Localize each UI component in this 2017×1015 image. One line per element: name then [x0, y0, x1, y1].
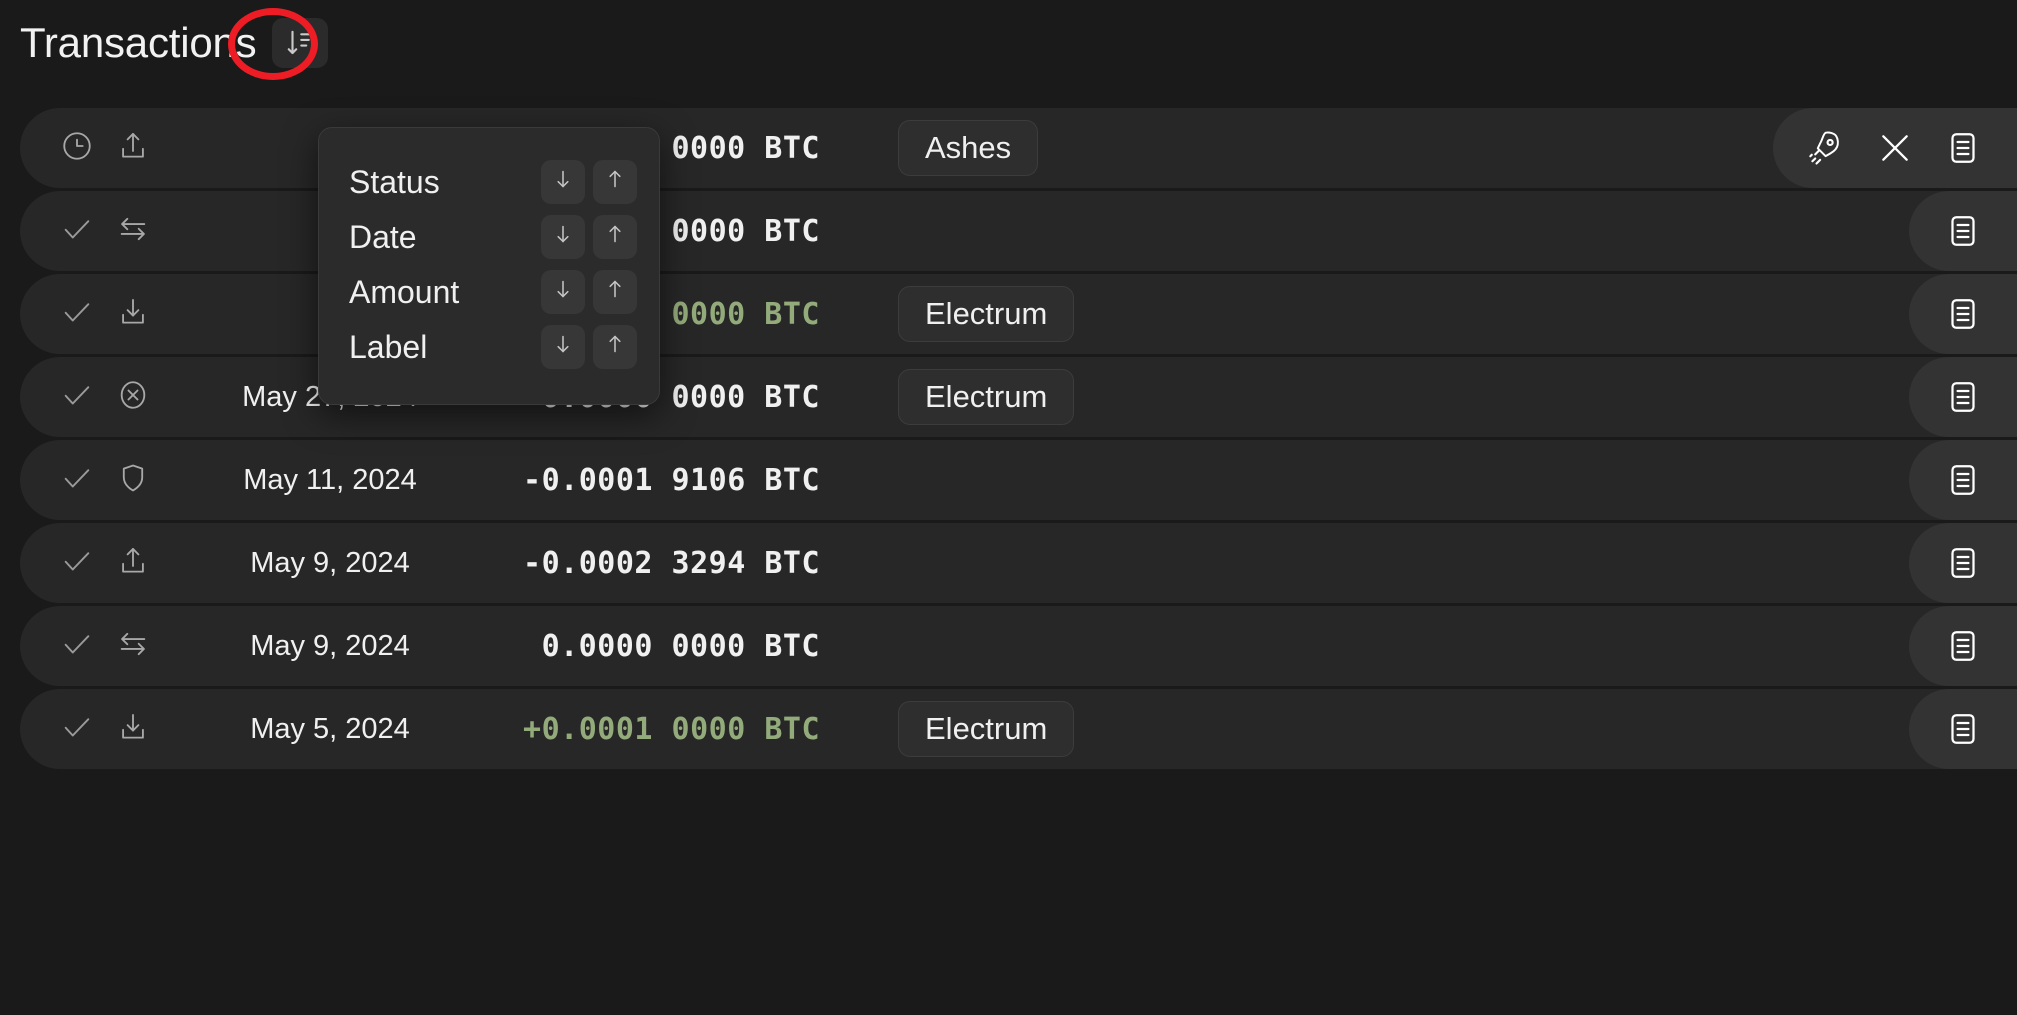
sort-menu-item-amount[interactable]: Amount [319, 264, 659, 319]
row-actions [1909, 440, 2017, 520]
row-status-icons [60, 378, 170, 417]
rocket-bump-fee-icon[interactable] [1807, 129, 1845, 167]
sort-amount-descending-button[interactable] [541, 270, 585, 314]
arrow-up-icon [603, 167, 627, 196]
arrow-down-icon [551, 332, 575, 361]
check-icon [60, 212, 94, 251]
row-date: May 9, 2024 [180, 547, 480, 580]
row-status-icons [60, 129, 170, 168]
row-actions [1909, 606, 2017, 686]
sort-descending-icon [285, 28, 315, 58]
check-icon [60, 544, 94, 583]
sort-menu-item-label[interactable]: Label [319, 319, 659, 374]
sort-label-ascending-button[interactable] [593, 325, 637, 369]
clock-icon [60, 129, 94, 168]
shield-icon [116, 461, 150, 500]
row-label[interactable]: Electrum [898, 286, 1074, 343]
sort-menu-item-date[interactable]: Date [319, 209, 659, 264]
upload-icon [116, 544, 150, 583]
sort-status-ascending-button[interactable] [593, 160, 637, 204]
sort-arrow-group [541, 270, 637, 314]
details-icon[interactable] [1945, 711, 1981, 747]
download-icon [116, 710, 150, 749]
sort-date-ascending-button[interactable] [593, 215, 637, 259]
sort-dropdown-menu: Status [318, 127, 660, 405]
details-icon[interactable] [1945, 296, 1981, 332]
arrow-down-icon [551, 277, 575, 306]
sort-label-descending-button[interactable] [541, 325, 585, 369]
transaction-list: T .0010 0000 BTC Ashes [0, 108, 2017, 772]
arrow-up-icon [603, 277, 627, 306]
arrow-up-icon [603, 332, 627, 361]
details-icon[interactable] [1945, 628, 1981, 664]
row-status-icons [60, 627, 170, 666]
sort-option-label: Date [349, 221, 541, 253]
row-date: May 11, 2024 [180, 464, 480, 497]
swap-icon [116, 212, 150, 251]
row-date: May 9, 2024 [180, 630, 480, 663]
sort-option-label: Label [349, 331, 541, 363]
check-icon [60, 378, 94, 417]
row-status-icons [60, 710, 170, 749]
check-icon [60, 295, 94, 334]
row-label[interactable]: Electrum [898, 369, 1074, 426]
details-icon[interactable] [1945, 130, 1981, 166]
check-icon [60, 710, 94, 749]
row-label[interactable]: Ashes [898, 120, 1038, 177]
row-actions [1773, 108, 2017, 188]
arrow-up-icon [603, 222, 627, 251]
details-icon[interactable] [1945, 379, 1981, 415]
row-status-icons [60, 295, 170, 334]
sort-date-descending-button[interactable] [541, 215, 585, 259]
page-title: Transactions [20, 22, 256, 64]
row-actions [1909, 523, 2017, 603]
sort-status-descending-button[interactable] [541, 160, 585, 204]
row-amount: -0.0001 9106 BTC [480, 463, 820, 498]
transactions-screen: Transactions [0, 0, 2017, 1015]
row-amount: -0.0002 3294 BTC [480, 546, 820, 581]
download-icon [116, 295, 150, 334]
sort-menu-item-status[interactable]: Status [319, 154, 659, 209]
row-status-icons [60, 461, 170, 500]
swap-icon [116, 627, 150, 666]
cancel-x-icon[interactable] [1875, 128, 1915, 168]
sort-arrow-group [541, 160, 637, 204]
details-icon[interactable] [1945, 213, 1981, 249]
row-actions [1909, 274, 2017, 354]
sort-option-label: Status [349, 166, 541, 198]
row-status-icons [60, 212, 170, 251]
sort-button[interactable] [272, 18, 328, 68]
row-date: May 5, 2024 [180, 713, 480, 746]
arrow-down-icon [551, 167, 575, 196]
circle-x-icon [116, 378, 150, 417]
table-row[interactable]: May 9, 2024 0.0000 0000 BTC [20, 606, 2017, 686]
row-label-wrap: Electrum [898, 369, 2017, 426]
row-amount: +0.0001 0000 BTC [480, 712, 820, 747]
sort-amount-ascending-button[interactable] [593, 270, 637, 314]
arrow-down-icon [551, 222, 575, 251]
details-icon[interactable] [1945, 545, 1981, 581]
row-label[interactable]: Electrum [898, 701, 1074, 758]
row-amount: 0.0000 0000 BTC [480, 629, 820, 664]
sort-option-label: Amount [349, 276, 541, 308]
check-icon [60, 627, 94, 666]
sort-arrow-group [541, 215, 637, 259]
details-icon[interactable] [1945, 462, 1981, 498]
page-header: Transactions [20, 12, 328, 74]
check-icon [60, 461, 94, 500]
row-actions [1909, 191, 2017, 271]
sort-arrow-group [541, 325, 637, 369]
table-row[interactable]: May 11, 2024 -0.0001 9106 BTC [20, 440, 2017, 520]
table-row[interactable]: May 5, 2024 +0.0001 0000 BTC Electrum [20, 689, 2017, 769]
table-row[interactable]: May 9, 2024 -0.0002 3294 BTC [20, 523, 2017, 603]
row-label-wrap: Electrum [898, 701, 2017, 758]
upload-icon [116, 129, 150, 168]
row-status-icons [60, 544, 170, 583]
row-actions [1909, 689, 2017, 769]
row-label-wrap: Electrum [898, 286, 2017, 343]
row-actions [1909, 357, 2017, 437]
